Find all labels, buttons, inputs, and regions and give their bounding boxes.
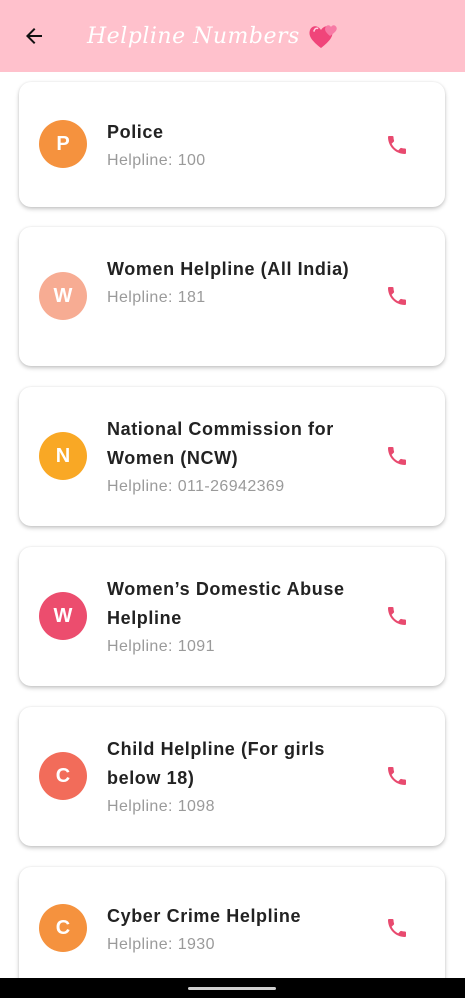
call-button[interactable] [383,282,411,310]
helpline-name: Women Helpline (All India) [107,259,350,279]
helpline-name: Women’s Domestic Abuse Helpline [107,579,345,628]
helpline-info: Child Helpline (For girls below 18) Help… [107,735,357,821]
helpline-number: Helpline: 1930 [107,936,215,953]
helpline-name: Child Helpline (For girls below 18) [107,739,326,788]
helpline-card[interactable]: C Cyber Crime Helpline Helpline: 1930 [19,867,445,978]
arrow-left-icon [26,28,42,44]
call-button[interactable] [383,131,411,159]
helpline-info: Women’s Domestic Abuse Helpline Helpline… [107,575,352,661]
page-title-wrap: Helpline Numbers [87,22,340,50]
phone-icon [388,919,406,937]
two-hearts-icon [309,25,337,48]
call-button[interactable] [383,602,411,630]
helpline-number: Helpline: 011-26942369 [107,478,285,495]
phone-icon [388,136,406,154]
avatar: C [39,904,87,952]
helpline-name: Cyber Crime Helpline [107,906,302,926]
phone-icon [388,767,406,785]
phone-icon [388,287,406,305]
phone-icon [388,447,406,465]
helpline-info: Women Helpline (All India) Helpline: 181 [107,255,352,312]
helpline-number: Helpline: 100 [107,152,206,169]
system-nav-bar [0,978,465,998]
call-button[interactable] [383,442,411,470]
home-gesture-handle[interactable] [188,987,276,990]
call-button[interactable] [383,762,411,790]
helpline-name: Police [107,122,164,142]
helpline-card[interactable]: C Child Helpline (For girls below 18) He… [19,707,445,846]
phone-icon [388,607,406,625]
helpline-card[interactable]: W Women’s Domestic Abuse Helpline Helpli… [19,547,445,686]
helpline-card[interactable]: P Police Helpline: 100 [19,82,445,207]
helpline-info: Cyber Crime Helpline Helpline: 1930 [107,902,352,959]
avatar: P [39,120,87,168]
helpline-info: Police Helpline: 100 [107,118,352,175]
helpline-card[interactable]: W Women Helpline (All India) Helpline: 1… [19,227,445,366]
app-bar: Helpline Numbers [0,0,465,72]
avatar: W [39,272,87,320]
helpline-number: Helpline: 181 [107,289,206,306]
helpline-number: Helpline: 1098 [107,798,215,815]
avatar: C [39,752,87,800]
call-button[interactable] [383,914,411,942]
helpline-name: National Commission for Women (NCW) [107,419,334,468]
avatar: N [39,432,87,480]
page-title: Helpline Numbers [87,23,300,49]
back-button[interactable] [20,22,48,50]
helpline-number: Helpline: 1091 [107,638,215,655]
helpline-card[interactable]: N National Commission for Women (NCW) He… [19,387,445,526]
helpline-info: National Commission for Women (NCW) Help… [107,415,357,501]
avatar: W [39,592,87,640]
helpline-list[interactable]: P Police Helpline: 100 W Women Helpline … [0,72,465,978]
